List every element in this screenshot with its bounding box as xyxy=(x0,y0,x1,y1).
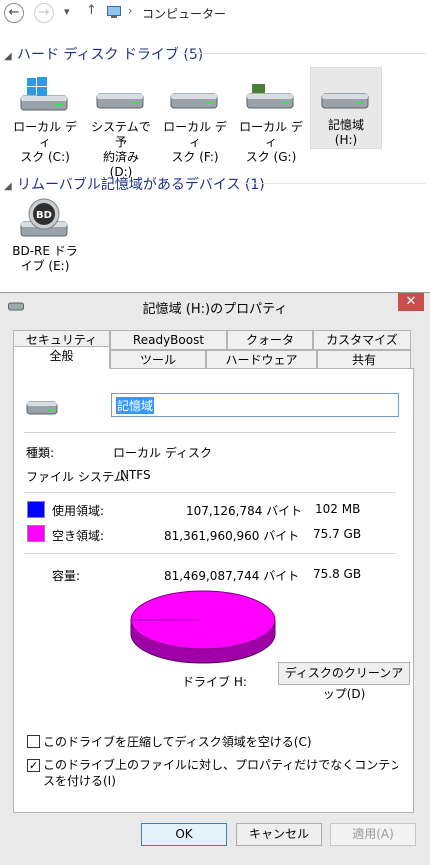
index-checkbox[interactable]: ✓ xyxy=(27,759,40,772)
drive-h[interactable]: 記憶域 (H:) xyxy=(310,67,382,149)
up-arrow-icon[interactable]: ↑ xyxy=(86,3,97,18)
section-divider xyxy=(182,53,426,54)
drive-label: (H:) xyxy=(334,133,358,147)
back-button[interactable]: ← xyxy=(4,3,24,23)
close-button[interactable]: ✕ xyxy=(398,293,424,311)
tab-customize[interactable]: カスタマイズ xyxy=(313,330,411,350)
tab-tools[interactable]: ツール xyxy=(110,350,206,370)
tab-quota[interactable]: クォータ xyxy=(227,330,313,350)
drive-large-icon xyxy=(26,401,58,415)
used-space-size: 102 MB xyxy=(315,502,361,516)
capacity-size: 75.8 GB xyxy=(313,567,362,581)
drive-badge xyxy=(252,84,265,93)
capacity-label: 容量: xyxy=(52,569,81,583)
breadcrumb-separator-icon[interactable]: › xyxy=(128,4,132,17)
divider xyxy=(24,432,396,433)
drive-f[interactable]: ローカル ディ スク (F:) xyxy=(160,70,230,165)
used-space-swatch xyxy=(27,501,45,518)
bd-badge: BD xyxy=(36,210,52,221)
compress-label: このドライブを圧縮してディスク領域を空ける(C) xyxy=(43,735,312,749)
drive-letter-label: ドライブ H: xyxy=(182,675,247,689)
drive-label: ローカル ディ xyxy=(13,120,77,149)
type-value: ローカル ディスク xyxy=(113,446,212,460)
ok-button[interactable]: OK xyxy=(141,823,227,846)
forward-arrow-icon: → xyxy=(38,5,50,20)
capacity-bytes: 81,469,087,744 バイト xyxy=(164,569,300,583)
free-space-size: 75.7 GB xyxy=(313,527,362,541)
explorer-window: ← → ▾ ↑ › コンピューター ◢ ハード ディスク ドライブ (5) ローカ… xyxy=(0,0,430,292)
section-divider xyxy=(244,183,426,184)
free-space-swatch xyxy=(27,525,45,542)
cancel-button[interactable]: キャンセル xyxy=(236,823,322,846)
tab-readyboost[interactable]: ReadyBoost xyxy=(110,330,227,350)
dialog-title: 記憶域 (H:)のプロパティ xyxy=(142,302,288,317)
forward-button[interactable]: → xyxy=(34,3,54,23)
collapse-chevron-icon[interactable]: ◢ xyxy=(4,51,14,62)
section-title: ハード ディスク ドライブ (5) xyxy=(17,47,204,63)
recent-locations-icon[interactable]: ▾ xyxy=(64,5,70,18)
compress-checkbox[interactable] xyxy=(27,735,40,748)
address-bar: ← → ▾ ↑ › コンピューター xyxy=(0,0,430,26)
hard-drive-icon xyxy=(170,93,218,109)
divider xyxy=(24,492,396,493)
volume-name-value: 記憶域 xyxy=(116,397,155,414)
index-label-line2: スを付ける(I) xyxy=(43,774,116,788)
hard-drive-icon xyxy=(321,93,369,109)
drive-label: スク (C:) xyxy=(20,150,70,164)
disk-usage-pie xyxy=(130,590,276,664)
tab-hardware[interactable]: ハードウェア xyxy=(206,350,317,370)
free-space-label: 空き領域: xyxy=(52,529,105,543)
used-space-bytes: 107,126,784 バイト xyxy=(186,504,303,518)
drive-c[interactable]: ローカル ディ スク (C:) xyxy=(10,70,80,165)
filesystem-label: ファイル システム: xyxy=(26,470,130,484)
hard-drive-icon xyxy=(96,93,144,109)
drive-e[interactable]: BD BD-RE ドラ イブ (E:) xyxy=(10,192,80,274)
hard-disk-section-header[interactable]: ◢ ハード ディスク ドライブ (5) xyxy=(4,44,203,64)
dialog-titlebar[interactable]: 記憶域 (H:)のプロパティ ✕ xyxy=(0,293,430,319)
close-icon: ✕ xyxy=(405,294,417,309)
drive-d[interactable]: システムで予 約済み (D:) xyxy=(86,70,156,180)
removable-section-header[interactable]: ◢ リムーバブル記憶域があるデバイス (1) xyxy=(4,174,265,194)
divider xyxy=(24,553,396,554)
drive-label: スク (G:) xyxy=(245,150,297,164)
volume-name-input[interactable]: 記憶域 xyxy=(111,393,399,417)
computer-icon xyxy=(107,6,121,18)
type-label: 種類: xyxy=(26,446,55,460)
check-mark-icon: ✓ xyxy=(28,759,39,772)
drive-label: イブ (E:) xyxy=(20,259,70,273)
apply-button[interactable]: 適用(A) xyxy=(330,823,416,846)
drive-label: 記憶域 xyxy=(327,118,364,132)
drive-label: 約済み xyxy=(102,150,139,164)
tab-general[interactable]: 全般 xyxy=(13,346,110,369)
filesystem-value: NTFS xyxy=(120,468,151,482)
drive-label: ローカル ディ xyxy=(239,120,303,149)
drive-label: ローカル ディ xyxy=(163,120,227,149)
windows-drive-icon xyxy=(20,77,68,111)
tab-sharing[interactable]: 共有 xyxy=(317,350,411,370)
free-space-bytes: 81,361,960,960 バイト xyxy=(164,529,300,543)
disk-cleanup-button[interactable]: ディスクのクリーンアップ(D) xyxy=(278,662,410,701)
drive-g[interactable]: ローカル ディ スク (G:) xyxy=(236,70,306,165)
drive-label: スク (F:) xyxy=(171,150,219,164)
used-space-label: 使用領域: xyxy=(52,504,105,518)
back-arrow-icon: ← xyxy=(8,5,20,20)
section-title: リムーバブル記憶域があるデバイス (1) xyxy=(17,177,265,193)
drive-label: システムで予 xyxy=(91,120,151,149)
bd-drive-icon: BD xyxy=(20,198,68,237)
index-label-line1: このドライブ上のファイルに対し、プロパティだけでなくコンテンツにもインデック xyxy=(43,758,398,772)
breadcrumb-computer[interactable]: コンピューター xyxy=(142,5,226,22)
hard-drive-icon xyxy=(246,84,294,109)
collapse-chevron-icon[interactable]: ◢ xyxy=(4,181,14,192)
drive-label: BD-RE ドラ xyxy=(12,244,78,258)
